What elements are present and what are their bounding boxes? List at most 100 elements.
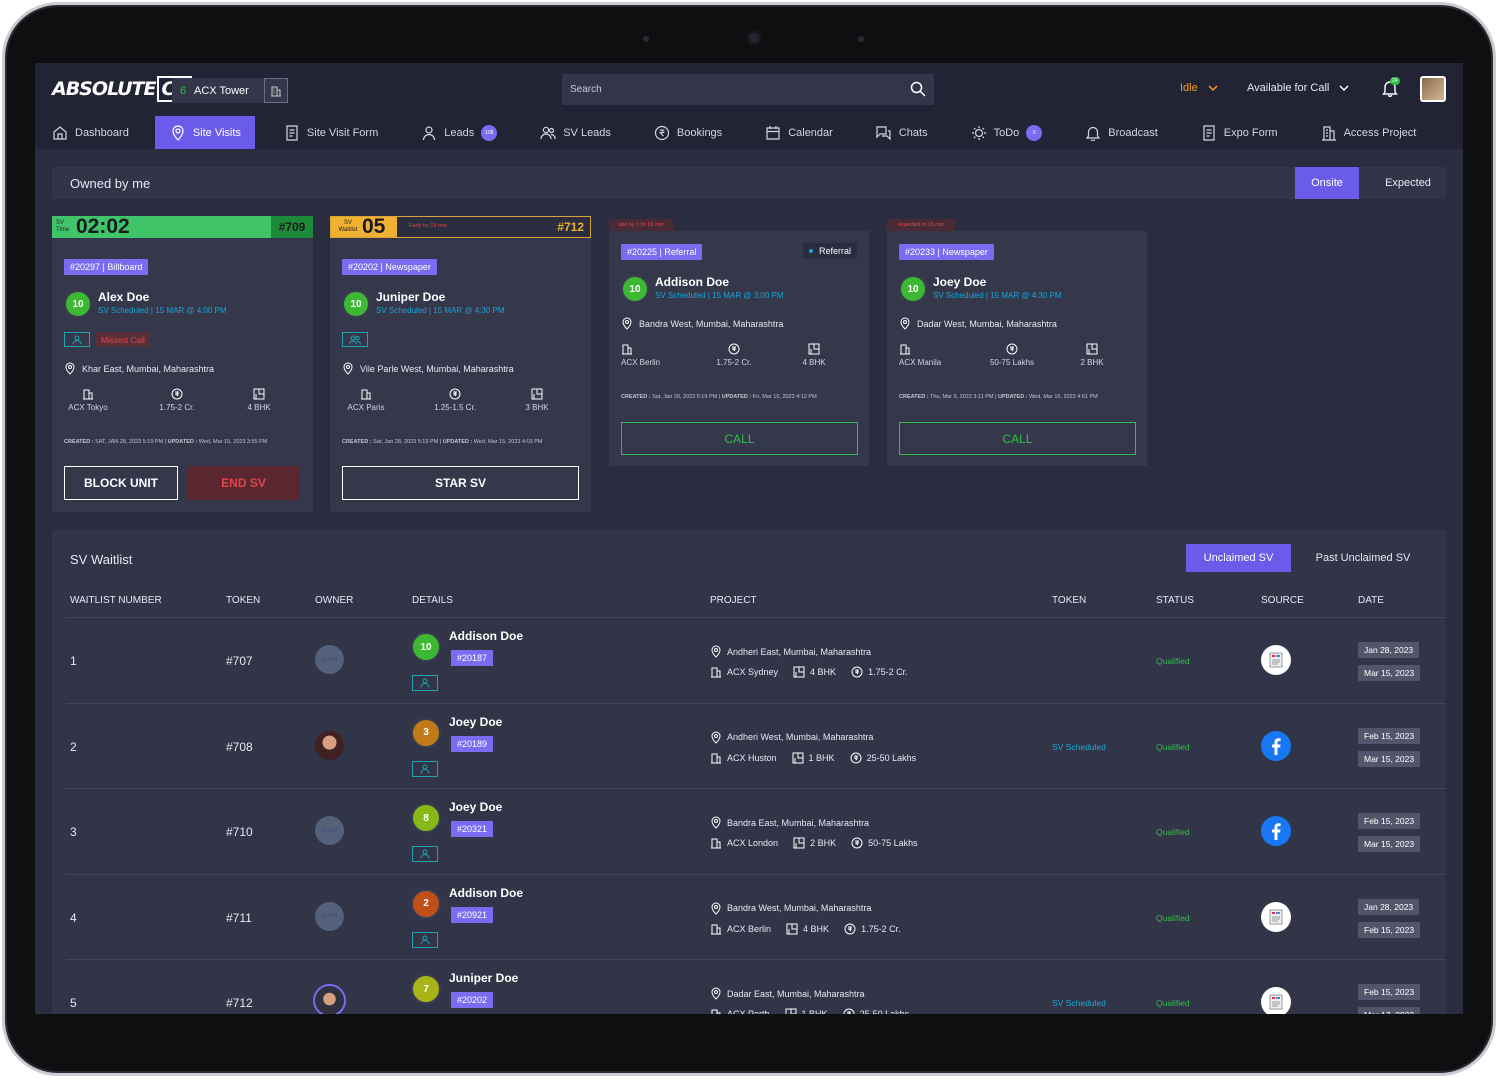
table-row[interactable]: 3 #710 CLAIM 8 Joey Doe #20321 Bandra East, Mu…: [66, 788, 1446, 873]
waitlist-token: #710: [226, 825, 253, 839]
nav-item-chats[interactable]: Chats: [859, 116, 942, 149]
lead-name[interactable]: Joey Doe: [449, 800, 502, 814]
table-row[interactable]: 4 #711 CLAIM 2 Addison Doe #20921 Bandra West,…: [66, 873, 1446, 959]
tab-past-unclaimed-sv[interactable]: Past Unclaimed SV: [1302, 544, 1424, 572]
owner-avatar[interactable]: [313, 984, 346, 1014]
search-input[interactable]: [562, 74, 862, 105]
facebook-icon: [1261, 730, 1291, 761]
sv-timer-bar: SV Time 02:02 #709: [52, 215, 313, 238]
source-offline: [1261, 645, 1291, 675]
claim-button[interactable]: CLAIM: [315, 645, 344, 674]
lead-name[interactable]: Juniper Doe: [376, 290, 445, 304]
status-dropdown[interactable]: Idle: [1180, 82, 1218, 94]
tower-selector[interactable]: 6 ACX Tower: [172, 78, 288, 103]
project-details: ACX Sydney 4 BHK 1.75-2 Cr.: [710, 666, 908, 678]
nav-item-todo[interactable]: ToDo 5: [954, 116, 1057, 149]
early-label: Early by 15 min: [409, 223, 447, 229]
waitlist-token: #711: [226, 910, 252, 925]
lead-name[interactable]: Alex Doe: [98, 290, 149, 304]
table-row[interactable]: 1 #707 CLAIM 10 Addison Doe #20187 Andheri Eas…: [66, 617, 1446, 702]
waitlist-title: SV Waitlist: [70, 552, 133, 567]
nav-item-expo-form[interactable]: Expo Form: [1184, 116, 1292, 149]
bulb-icon: [971, 125, 986, 140]
claim-button[interactable]: CLAIM: [315, 901, 344, 931]
lead-status: Qualified: [1156, 656, 1190, 666]
column-header: WAITLIST NUMBER: [70, 595, 162, 606]
lead-tag: #20225 | Referral: [621, 244, 703, 260]
lead-status: Qualified: [1156, 827, 1190, 837]
column-header: STATUS: [1156, 595, 1194, 606]
camera-sensor: [643, 36, 649, 42]
nav-item-label: Dashboard: [75, 126, 129, 139]
waitlist-token: #712: [226, 996, 253, 1010]
notification-badge: 24: [1390, 77, 1400, 85]
user-icon[interactable]: [412, 760, 438, 777]
lead-name[interactable]: Juniper Doe: [449, 971, 518, 985]
lead-name[interactable]: Joey Doe: [449, 715, 502, 729]
nav-bar: Dashboard Site Visits Site Visit Form Leads…: [35, 116, 1463, 149]
nav-item-site-visit-form[interactable]: Site Visit Form: [267, 116, 392, 149]
waitlist-number: 3: [70, 825, 77, 839]
lead-score: 10: [411, 632, 441, 662]
date-created: Jan 28, 2023: [1358, 898, 1420, 915]
nav-item-label: SV Leads: [563, 126, 611, 139]
lead-tag: #20921: [451, 906, 494, 923]
start-sv-button[interactable]: STAR SV: [342, 466, 579, 500]
nav-item-dashboard[interactable]: Dashboard: [35, 116, 143, 149]
config-stat: 4 BHK: [224, 388, 294, 412]
date-created: Feb 15, 2023: [1358, 813, 1421, 829]
table-row[interactable]: 5 #712 7 Juniper Doe #20202 Dadar East, Mumba…: [66, 959, 1446, 1014]
call-button[interactable]: CALL: [899, 422, 1136, 455]
lead-name[interactable]: Addison Doe: [449, 629, 523, 643]
project-stat: ACX Tokyo: [52, 388, 124, 412]
nav-item-access-project[interactable]: Access Project: [1304, 116, 1431, 149]
token-status: SV Scheduled: [1052, 998, 1106, 1008]
nav-item-label: Expo Form: [1223, 126, 1278, 139]
source-facebook: [1261, 816, 1291, 846]
waitlist-number: 5: [70, 996, 77, 1010]
nav-item-sv-leads[interactable]: SV Leads: [523, 116, 625, 149]
nav-item-broadcast[interactable]: Broadcast: [1068, 116, 1172, 149]
camera-lens: [746, 30, 762, 46]
tab-onsite[interactable]: Onsite: [1295, 167, 1359, 199]
block-unit-button[interactable]: BLOCK UNIT: [64, 466, 178, 500]
nav-item-site-visits[interactable]: Site Visits: [154, 116, 255, 149]
users-icon[interactable]: [342, 332, 368, 347]
user-avatar[interactable]: [1420, 76, 1446, 102]
bell-icon: [1086, 126, 1101, 141]
date-created: Jan 28, 2023: [1358, 642, 1420, 658]
claim-button[interactable]: CLAIM: [315, 816, 344, 845]
sv-waitlist-panel: SV Waitlist Unclaimed SV Past Unclaimed …: [52, 530, 1446, 1014]
building-icon: [711, 667, 721, 678]
user-icon[interactable]: [412, 931, 438, 948]
user-icon[interactable]: [412, 846, 438, 862]
date-updated: Mar 15, 2023: [1358, 750, 1421, 767]
created-updated: CREATED : Sat, Jan 28, 2023 5:19 PM | UP…: [342, 439, 543, 445]
notification-bell[interactable]: 24: [1382, 77, 1400, 102]
table-row[interactable]: 2 #708 3 Joey Doe #20189 Andheri West, Mumbai…: [66, 702, 1446, 788]
end-sv-button[interactable]: END SV: [187, 466, 300, 500]
nav-item-calendar[interactable]: Calendar: [748, 116, 847, 149]
availability-dropdown[interactable]: Available for Call: [1247, 82, 1349, 94]
lead-tag: #20233 | Newspaper: [899, 244, 994, 260]
location-icon: [711, 645, 721, 658]
owner-avatar[interactable]: [315, 730, 344, 760]
user-icon[interactable]: [64, 332, 90, 347]
lead-tag: #20189: [451, 735, 494, 752]
lead-name[interactable]: Addison Doe: [449, 886, 523, 900]
search-icon[interactable]: [910, 81, 926, 102]
call-button[interactable]: CALL: [621, 422, 858, 455]
nav-item-bookings[interactable]: Bookings: [637, 116, 736, 149]
lead-name[interactable]: Joey Doe: [933, 275, 986, 289]
source-offline: [1261, 901, 1291, 932]
user-icon[interactable]: [412, 675, 438, 691]
offline-icon: [1269, 994, 1283, 1010]
tab-expected[interactable]: Expected: [1370, 167, 1446, 199]
lead-tag: #20297 | Billboard: [64, 259, 149, 275]
search-bar: [562, 74, 934, 105]
tab-unclaimed-sv[interactable]: Unclaimed SV: [1186, 544, 1291, 572]
nav-item-leads[interactable]: Leads 108: [404, 116, 511, 149]
lead-name[interactable]: Addison Doe: [655, 275, 729, 289]
config-stat: 3 BHK: [502, 388, 572, 412]
building-icon[interactable]: [264, 78, 288, 103]
